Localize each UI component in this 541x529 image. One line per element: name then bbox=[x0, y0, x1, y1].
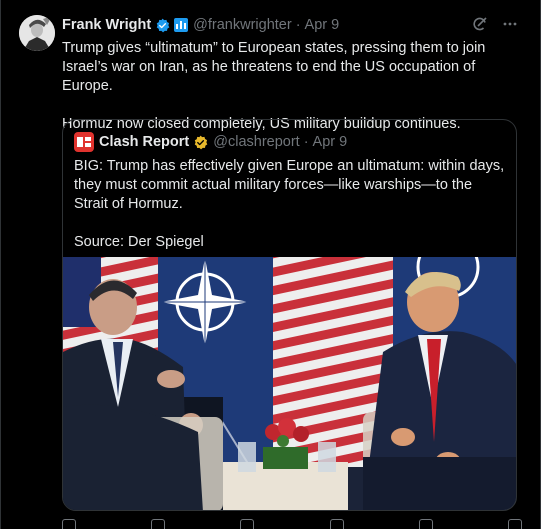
more-icon[interactable] bbox=[502, 16, 518, 32]
affiliate-badge-icon[interactable] bbox=[174, 18, 189, 32]
grok-icon[interactable] bbox=[472, 16, 488, 32]
quoted-author-name: Clash Report bbox=[99, 134, 190, 150]
quoted-post-text: BIG: Trump has effectively given Europe … bbox=[74, 157, 506, 252]
quoted-text-line: BIG: Trump has effectively given Europe … bbox=[74, 158, 505, 212]
post-text-line: Trump gives “ultimatum” to European stat… bbox=[62, 40, 486, 94]
views-icon[interactable] bbox=[329, 519, 344, 529]
gold-verified-icon bbox=[195, 135, 208, 149]
quoted-post-date: Apr 9 bbox=[312, 134, 348, 150]
quoted-post-header: Clash Report @clashreport · Apr 9 bbox=[74, 132, 348, 152]
clash-report-logo bbox=[74, 132, 94, 152]
quoted-author-handle: @clashreport bbox=[213, 134, 300, 150]
author-name[interactable]: Frank Wright bbox=[62, 17, 151, 33]
quoted-post-photo[interactable] bbox=[63, 257, 517, 511]
quoted-text-line: Source: Der Spiegel bbox=[74, 234, 204, 250]
verified-icon bbox=[156, 18, 170, 32]
separator-dot: · bbox=[303, 134, 309, 150]
post-header: Frank Wright @frankwrighter · Apr 9 bbox=[62, 15, 339, 35]
post-action-bar bbox=[62, 519, 522, 529]
like-icon[interactable] bbox=[240, 519, 255, 529]
quoted-post[interactable]: Clash Report @clashreport · Apr 9 BIG: T… bbox=[62, 119, 517, 511]
separator-dot: · bbox=[295, 17, 301, 33]
post-container: Frank Wright @frankwrighter · Apr 9 Trum bbox=[0, 0, 541, 529]
repost-icon[interactable] bbox=[151, 519, 166, 529]
reply-icon[interactable] bbox=[62, 519, 76, 529]
bookmark-icon[interactable] bbox=[418, 519, 433, 529]
avatar[interactable] bbox=[19, 15, 55, 51]
share-icon[interactable] bbox=[507, 519, 522, 529]
post-actions-top bbox=[472, 16, 518, 32]
author-handle[interactable]: @frankwrighter bbox=[193, 17, 292, 33]
post-date[interactable]: Apr 9 bbox=[305, 17, 340, 33]
